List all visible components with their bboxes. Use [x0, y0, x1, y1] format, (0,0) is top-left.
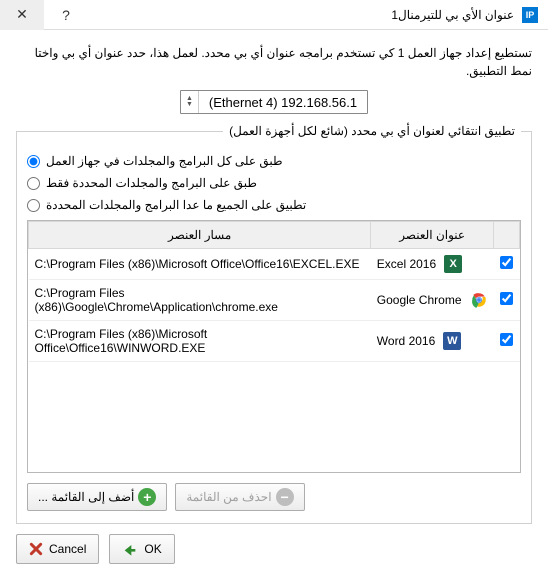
- row-path-cell: C:\Program Files (x86)\Microsoft Office\…: [29, 321, 371, 362]
- row-checkbox[interactable]: [500, 256, 513, 269]
- instruction-text: تستطيع إعداد جهاز العمل 1 كي تستخدم برام…: [16, 44, 532, 80]
- row-name: Google Chrome: [377, 293, 462, 307]
- add-button-label: أضف إلى القائمة ...: [38, 490, 134, 504]
- help-button[interactable]: ?: [44, 0, 88, 30]
- radio-apply-all-label: طبق على كل البرامج والمجلدات في جهاز الع…: [46, 154, 283, 168]
- table-row[interactable]: W Word 2016 C:\Program Files (x86)\Microso…: [29, 321, 520, 362]
- col-name: عنوان العنصر: [371, 222, 494, 249]
- titlebar: IP عنوان الأي بي للتيرمنال1 ? ✕: [0, 0, 548, 30]
- row-checkbox-cell: [494, 280, 520, 321]
- ok-arrow-icon: [122, 541, 138, 557]
- cancel-label: Cancel: [49, 542, 86, 556]
- radio-apply-all[interactable]: طبق على كل البرامج والمجلدات في جهاز الع…: [27, 154, 521, 168]
- cancel-button[interactable]: Cancel: [16, 534, 99, 564]
- app-row-icon: W: [443, 332, 461, 350]
- plus-icon: +: [138, 488, 156, 506]
- row-checkbox-cell: [494, 321, 520, 362]
- radio-apply-selected-label: طبق على البرامج والمجلدات المحددة فقط: [46, 176, 257, 190]
- close-button[interactable]: ✕: [0, 0, 44, 30]
- ok-label: OK: [144, 542, 161, 556]
- row-name: Excel 2016: [377, 257, 436, 271]
- col-check: [494, 222, 520, 249]
- row-checkbox-cell: [494, 249, 520, 280]
- ip-address-label: (Ethernet 4) 192.168.56.1: [199, 95, 367, 110]
- ip-address-selector[interactable]: ▲▼ (Ethernet 4) 192.168.56.1: [180, 90, 368, 114]
- delete-from-list-button[interactable]: − احذف من القائمة: [175, 483, 304, 511]
- window-title: عنوان الأي بي للتيرمنال1: [391, 8, 514, 22]
- col-path: مسار العنصر: [29, 222, 371, 249]
- programs-table: عنوان العنصر مسار العنصر X Excel 2016 C:\P…: [28, 221, 520, 362]
- row-name: Word 2016: [377, 334, 435, 348]
- row-checkbox[interactable]: [500, 333, 513, 346]
- row-path-cell: C:\Program Files (x86)\Google\Chrome\App…: [29, 280, 371, 321]
- cancel-x-icon: [29, 542, 43, 556]
- row-name-cell: Google Chrome: [371, 280, 494, 321]
- group-legend: تطبيق انتقائي لعنوان أي بي محدد (شائع لك…: [223, 124, 521, 138]
- app-row-icon: X: [444, 255, 462, 273]
- row-name-cell: W Word 2016: [371, 321, 494, 362]
- delete-button-label: احذف من القائمة: [186, 490, 271, 504]
- row-path-cell: C:\Program Files (x86)\Microsoft Office\…: [29, 249, 371, 280]
- row-checkbox[interactable]: [500, 292, 513, 305]
- radio-apply-except-label: تطبيق على الجميع ما عدا البرامج والمجلدا…: [46, 198, 306, 212]
- radio-apply-all-input[interactable]: [27, 155, 40, 168]
- table-row[interactable]: X Excel 2016 C:\Program Files (x86)\Micros…: [29, 249, 520, 280]
- table-empty-space: [28, 362, 520, 472]
- app-row-icon: [470, 291, 488, 309]
- app-icon: IP: [522, 7, 538, 23]
- radio-apply-except[interactable]: تطبيق على الجميع ما عدا البرامج والمجلدا…: [27, 198, 521, 212]
- row-name-cell: X Excel 2016: [371, 249, 494, 280]
- table-row[interactable]: Google Chrome C:\Program Files (x86)\Goog…: [29, 280, 520, 321]
- ok-button[interactable]: OK: [109, 534, 174, 564]
- add-to-list-button[interactable]: + أضف إلى القائمة ...: [27, 483, 167, 511]
- spin-icon[interactable]: ▲▼: [181, 91, 199, 113]
- minus-icon: −: [276, 488, 294, 506]
- radio-apply-selected[interactable]: طبق على البرامج والمجلدات المحددة فقط: [27, 176, 521, 190]
- chrome-icon: [470, 291, 488, 309]
- radio-apply-selected-input[interactable]: [27, 177, 40, 190]
- selective-apply-group: تطبيق انتقائي لعنوان أي بي محدد (شائع لك…: [16, 124, 532, 524]
- radio-apply-except-input[interactable]: [27, 199, 40, 212]
- programs-table-wrap: عنوان العنصر مسار العنصر X Excel 2016 C:\P…: [27, 220, 521, 473]
